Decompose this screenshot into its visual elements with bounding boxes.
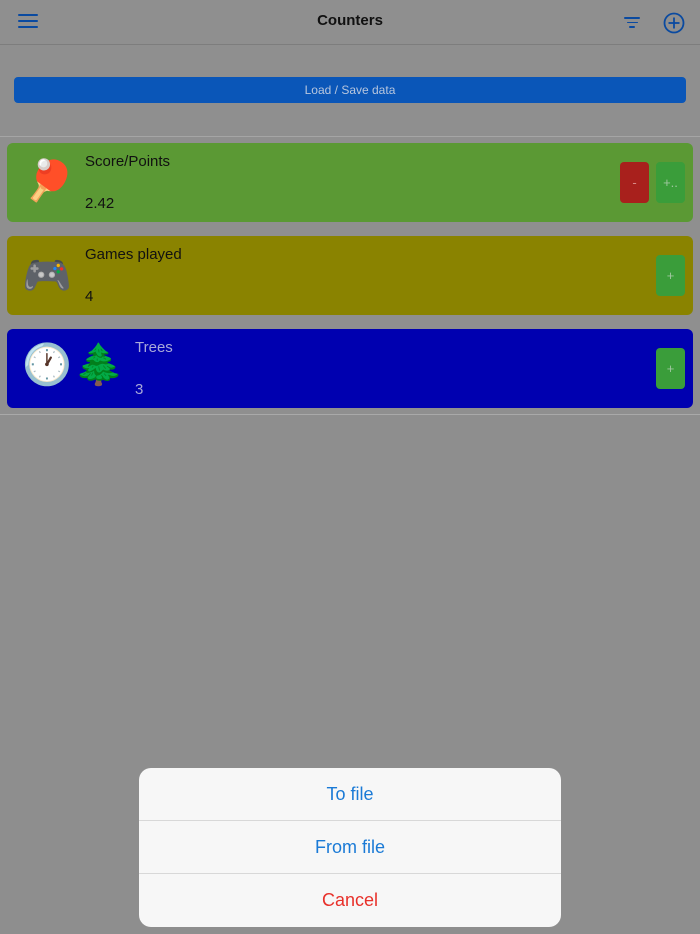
counter-card-score-points[interactable]: 🏓 Score/Points 2.42 - +.. — [7, 143, 693, 222]
page-title: Counters — [317, 12, 383, 29]
navigation-bar: Counters — [0, 0, 700, 45]
from-file-button[interactable]: From file — [139, 821, 561, 874]
tree-icon: 🌲 — [74, 343, 124, 387]
increment-button[interactable]: +.. — [656, 162, 685, 203]
ping-pong-icon: 🏓 — [24, 159, 74, 203]
cancel-button[interactable]: Cancel — [139, 874, 561, 927]
increment-button[interactable]: + — [656, 348, 685, 389]
counter-value: 2.42 — [85, 195, 115, 212]
counter-value: 4 — [85, 288, 94, 305]
counter-value: 3 — [135, 381, 144, 398]
counter-name: Games played — [85, 246, 182, 263]
counter-card-games-played[interactable]: 🎮 Games played 4 + — [7, 236, 693, 315]
action-sheet: To file From file Cancel — [139, 768, 561, 927]
load-save-section: Load / Save data — [0, 45, 700, 137]
game-controller-icon: 🎮 — [22, 254, 72, 298]
counter-name: Score/Points — [85, 153, 171, 170]
filter-icon[interactable] — [624, 17, 640, 29]
counter-name: Trees — [135, 339, 173, 356]
app: Counters Load / Save data 🏓 Score/Points… — [0, 0, 700, 934]
plus-circle-icon[interactable] — [663, 12, 685, 34]
to-file-button[interactable]: To file — [139, 768, 561, 821]
counter-card-trees[interactable]: 🕐 🌲 Trees 3 + — [7, 329, 693, 408]
clock-icon: 🕐 — [22, 343, 72, 387]
increment-button[interactable]: + — [656, 255, 685, 296]
load-save-button[interactable]: Load / Save data — [14, 77, 686, 103]
decrement-button[interactable]: - — [620, 162, 649, 203]
